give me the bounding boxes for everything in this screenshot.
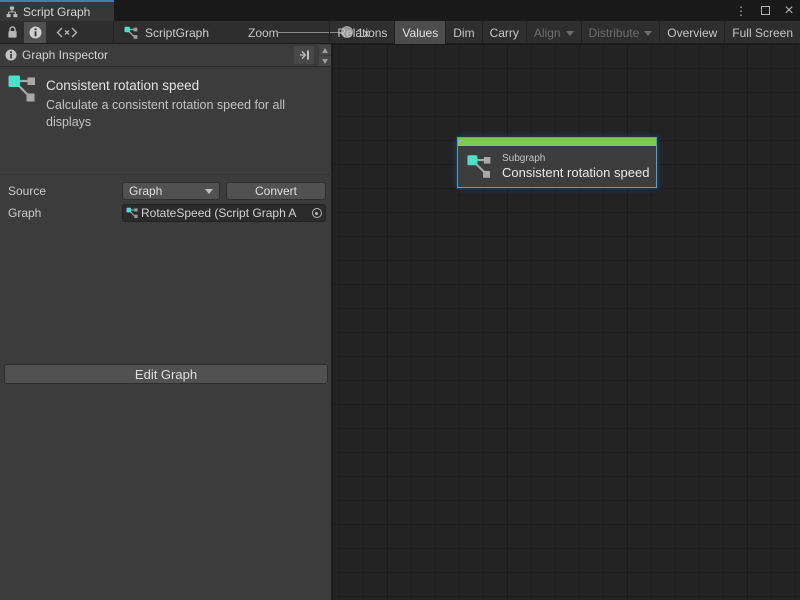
window-menu-icon[interactable]: ⋮: [734, 4, 748, 18]
graph-breadcrumb[interactable]: ScriptGraph: [116, 21, 217, 44]
toolbar-button-relations[interactable]: Relations: [329, 21, 394, 44]
toolbar-divider: [113, 21, 114, 44]
toolbar-button-carry[interactable]: Carry: [482, 21, 526, 44]
subgraph-node[interactable]: Subgraph Consistent rotation speed: [457, 137, 657, 188]
maximize-icon[interactable]: [758, 4, 772, 18]
close-icon[interactable]: ×: [782, 4, 796, 18]
subgraph-icon: [467, 154, 493, 180]
code-icon: [56, 27, 78, 38]
divider: [0, 174, 332, 175]
scroll-down-icon[interactable]: [319, 56, 331, 66]
graph-object-field[interactable]: RotateSpeed (Script Graph A: [122, 204, 326, 222]
graph-toolbar: ScriptGraph Zoom 1x Relations Values Dim…: [0, 21, 800, 44]
code-view-button[interactable]: [50, 22, 84, 43]
node-header-bar: [458, 138, 656, 146]
chevron-down-icon: [566, 31, 574, 36]
script-graph-window-icon: [6, 6, 18, 18]
toolbar-button-group: Relations Values Dim Carry Align Distrib…: [329, 21, 800, 44]
node-titles: Subgraph Consistent rotation speed: [502, 153, 649, 180]
graph-inspector-header: Graph Inspector: [0, 44, 332, 67]
toolbar-button-overview[interactable]: Overview: [659, 21, 724, 44]
breadcrumb-label: ScriptGraph: [145, 26, 209, 40]
convert-button[interactable]: Convert: [226, 182, 326, 200]
chevron-down-icon: [205, 189, 213, 194]
window-tab-bar: Script Graph ⋮ ×: [0, 0, 800, 21]
graph-properties-form: Source Graph Convert Graph: [0, 180, 332, 224]
window-controls: ⋮ ×: [734, 0, 796, 21]
graph-inspector-panel: Graph Inspector Consistent rotation spee…: [0, 44, 332, 600]
graph-object-value: RotateSpeed (Script Graph A: [141, 206, 310, 220]
toolbar-button-fullscreen[interactable]: Full Screen: [724, 21, 800, 44]
object-picker-icon[interactable]: [310, 207, 323, 220]
source-row: Source Graph Convert: [0, 180, 332, 202]
toolbar-button-values[interactable]: Values: [394, 21, 445, 44]
toolbar-button-align: Align: [526, 21, 581, 44]
lock-button[interactable]: [2, 22, 22, 43]
graph-title: Consistent rotation speed: [46, 78, 324, 93]
node-title: Consistent rotation speed: [502, 165, 649, 180]
graph-row: Graph RotateSpeed (Script Graph A: [0, 202, 332, 224]
chevron-down-icon: [644, 31, 652, 36]
dock-arrow-icon: [299, 50, 310, 60]
script-graph-icon: [124, 26, 139, 40]
info-icon: [29, 26, 42, 39]
tab-title: Script Graph: [23, 5, 90, 19]
graph-description: Calculate a consistent rotation speed fo…: [46, 97, 322, 131]
graph-canvas[interactable]: Subgraph Consistent rotation speed: [333, 44, 800, 600]
toolbar-button-distribute: Distribute: [581, 21, 660, 44]
script-graph-asset-icon: [126, 207, 139, 219]
graph-field-label: Graph: [0, 206, 122, 220]
lock-icon: [7, 26, 18, 39]
info-icon: [5, 49, 17, 61]
tab-script-graph[interactable]: Script Graph: [0, 0, 114, 21]
scroll-up-icon[interactable]: [319, 45, 331, 55]
zoom-label: Zoom: [248, 21, 279, 44]
inspector-toggle-button[interactable]: [24, 22, 46, 43]
source-dropdown[interactable]: Graph: [122, 182, 220, 200]
node-type-label: Subgraph: [502, 153, 649, 164]
edit-graph-button[interactable]: Edit Graph: [4, 364, 328, 384]
subgraph-icon: [8, 74, 38, 104]
source-label: Source: [0, 184, 122, 198]
unity-script-graph-window: Script Graph ⋮ ×: [0, 0, 800, 600]
node-body: Subgraph Consistent rotation speed: [458, 146, 656, 187]
dock-panel-button[interactable]: [294, 46, 314, 64]
toolbar-button-dim[interactable]: Dim: [445, 21, 481, 44]
graph-summary: Consistent rotation speed Calculate a co…: [0, 68, 332, 141]
panel-title: Graph Inspector: [22, 48, 108, 62]
panel-scroll-steppers: [319, 45, 331, 66]
